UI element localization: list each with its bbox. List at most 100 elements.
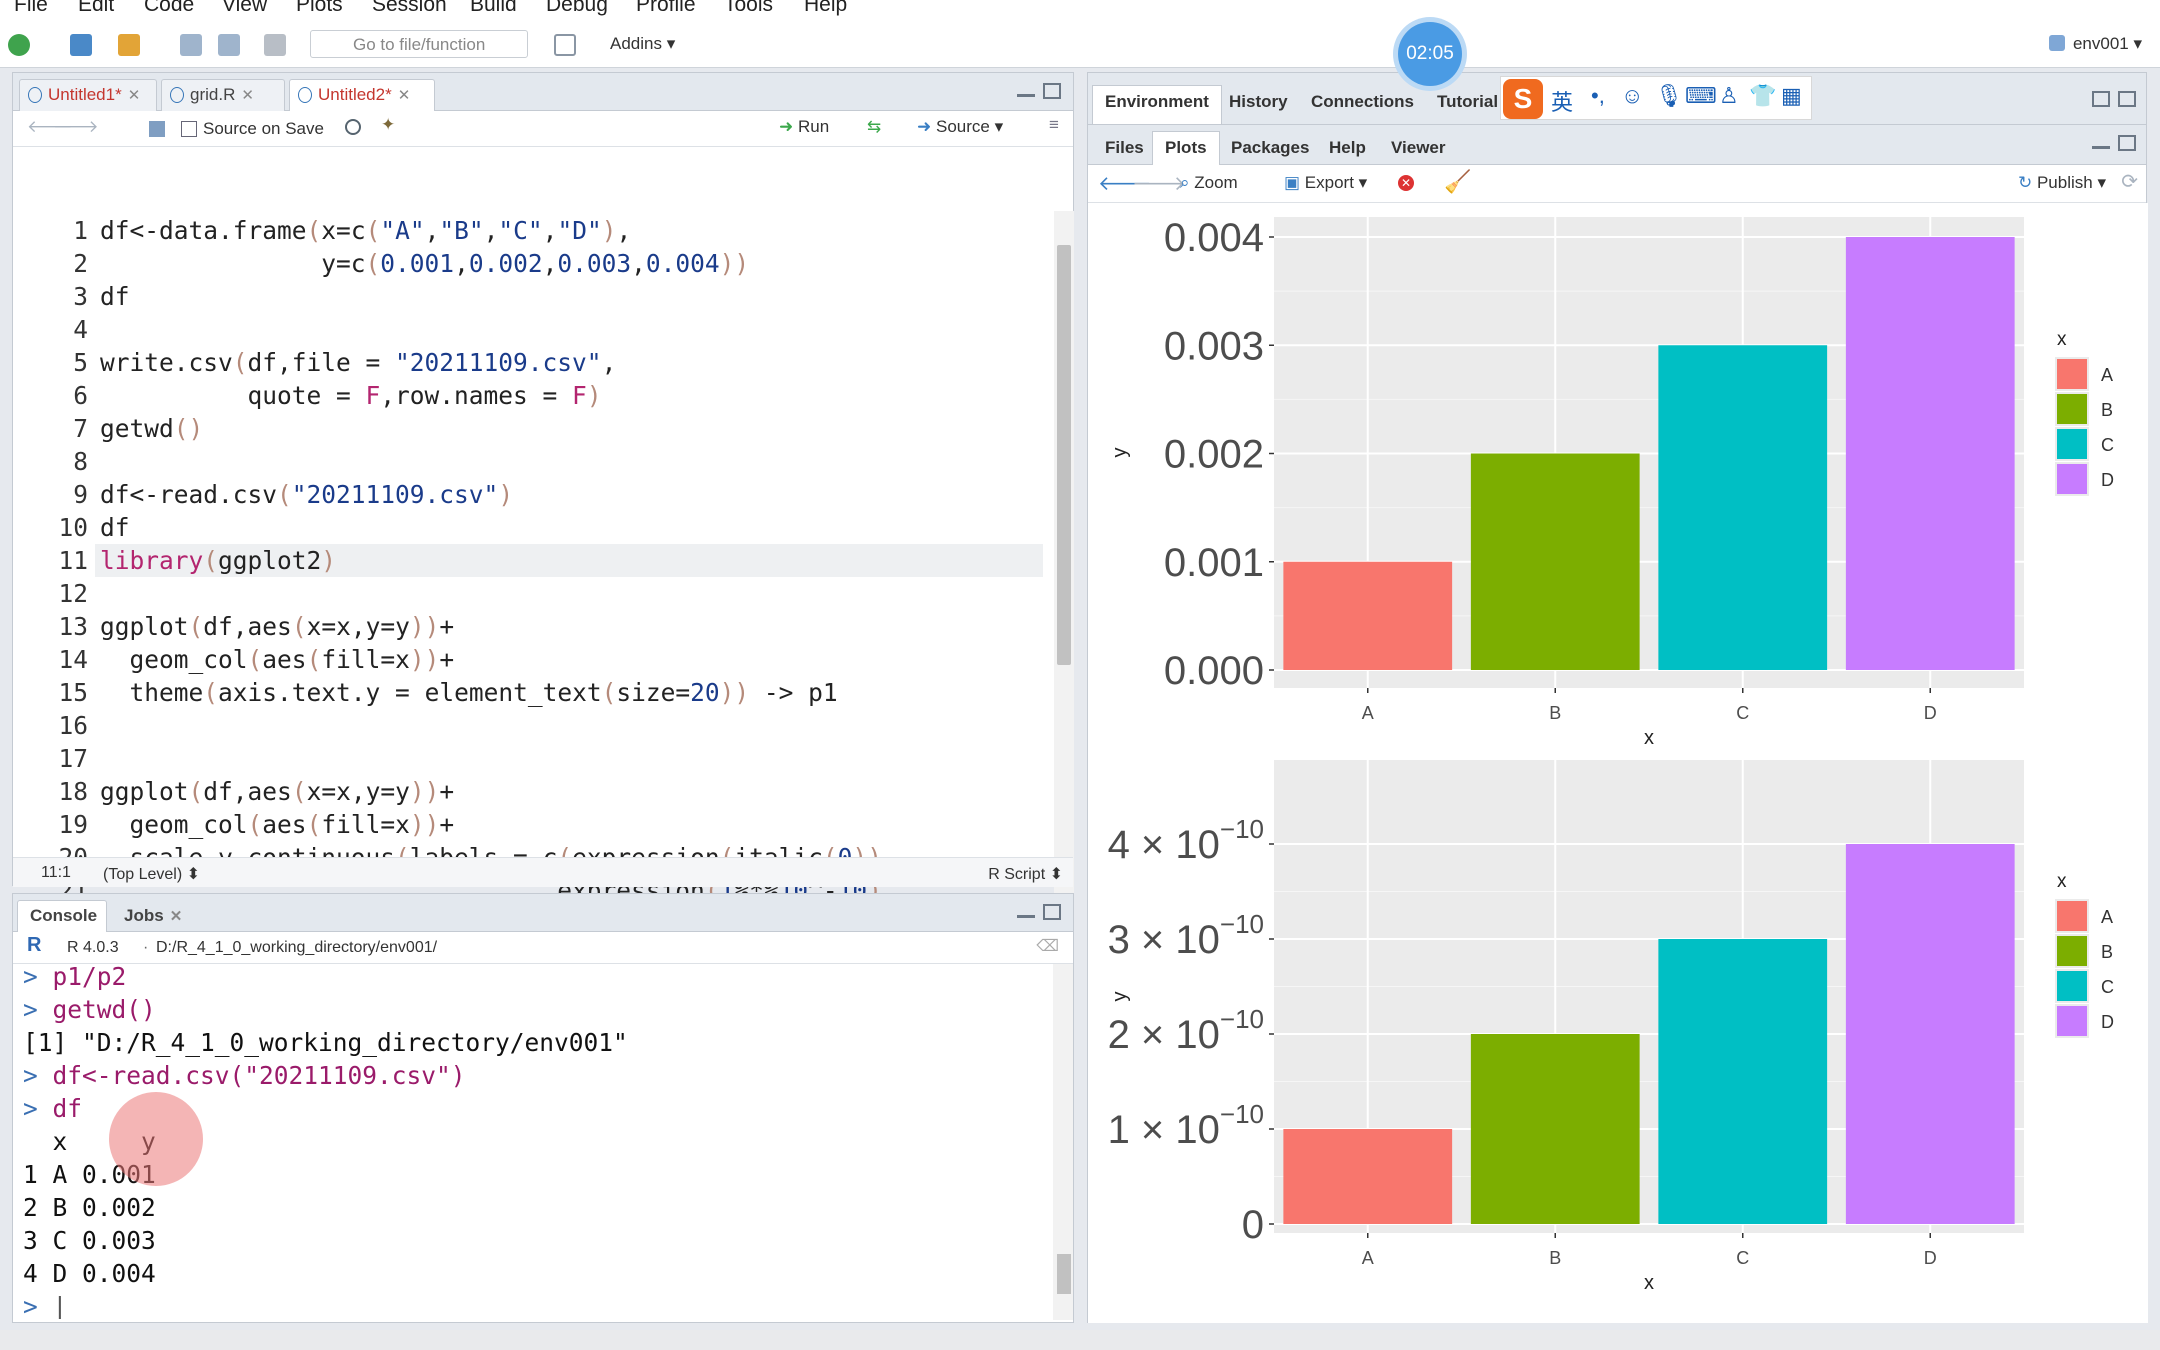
menu-session[interactable]: Session — [372, 0, 447, 17]
working-directory[interactable]: D:/R_4_1_0_working_directory/env001/ — [156, 939, 437, 957]
file-type-selector[interactable]: R Script ⬍ — [988, 864, 1063, 884]
tab-connections[interactable]: Connections — [1298, 85, 1427, 117]
grid-layout-icon[interactable] — [554, 34, 576, 56]
tab-packages[interactable]: Packages — [1218, 131, 1322, 163]
code-line[interactable]: quote = F,row.names = F) — [100, 381, 602, 410]
restore-icon[interactable] — [2092, 91, 2110, 107]
code-line[interactable]: write.csv(df,file = "20211109.csv", — [100, 348, 616, 377]
forward-arrow-icon[interactable]: 🡒 — [53, 117, 99, 137]
punctuation-icon[interactable]: •, — [1591, 83, 1605, 109]
publish-button[interactable]: ↻ Publish ▾ — [2018, 173, 2106, 193]
save-all-icon[interactable] — [218, 34, 240, 56]
legend-key-B — [2057, 936, 2087, 966]
menu-plots[interactable]: Plots — [296, 0, 343, 17]
grid-menu-icon[interactable]: ▦ — [1781, 83, 1802, 109]
open-file-icon[interactable] — [118, 34, 140, 56]
menu-edit[interactable]: Edit — [78, 0, 114, 17]
y-tick-label: 4 × 10−10 — [1108, 814, 1264, 867]
close-icon[interactable]: ✕ — [241, 87, 254, 104]
bar-D — [1845, 844, 2015, 1224]
clear-console-icon[interactable]: ⌫ — [1036, 936, 1059, 956]
addins-menu[interactable]: Addins ▾ — [610, 34, 675, 54]
microphone-icon[interactable]: 🎙 — [1655, 83, 1683, 109]
tab-viewer[interactable]: Viewer — [1378, 131, 1459, 163]
minimize-icon[interactable] — [2092, 139, 2110, 149]
zoom-button[interactable]: ⌕ Zoom — [1180, 173, 1238, 193]
goto-file-input[interactable]: Go to file/function — [310, 30, 528, 58]
menu-profile[interactable]: Profile — [636, 0, 696, 17]
skin-icon[interactable]: 👕 — [1749, 83, 1776, 109]
menu-code[interactable]: Code — [144, 0, 194, 17]
code-line[interactable]: getwd() — [100, 414, 203, 443]
close-icon[interactable]: ✕ — [170, 908, 183, 925]
maximize-icon[interactable] — [1043, 904, 1061, 920]
wand-icon[interactable]: ✦ — [381, 115, 395, 135]
code-line[interactable]: df<-data.frame(x=c("A","B","C","D"), — [100, 216, 631, 245]
code-line[interactable]: library(ggplot2) — [100, 546, 336, 575]
source-on-save-checkbox[interactable] — [181, 121, 197, 137]
sogou-logo-icon[interactable]: S — [1503, 79, 1543, 119]
save-icon[interactable] — [149, 121, 165, 137]
code-line[interactable]: df<-read.csv("20211109.csv") — [100, 480, 513, 509]
export-icon: ▣ — [1284, 173, 1301, 192]
rerun-icon[interactable]: ⇆ — [867, 117, 881, 137]
code-line[interactable]: df — [100, 513, 130, 542]
minimize-icon[interactable] — [1017, 87, 1035, 97]
refresh-icon[interactable]: ⟳ — [2121, 169, 2138, 194]
new-file-icon[interactable] — [8, 34, 30, 56]
console-scroll-thumb[interactable] — [1057, 1254, 1071, 1294]
code-area[interactable]: 1 df<-data.frame(x=c("A","B","C","D"), 2 y… — [13, 211, 1043, 927]
tab-grid-r[interactable]: grid.R ✕ — [161, 79, 285, 111]
export-button[interactable]: ▣ Export ▾ — [1284, 173, 1367, 193]
new-project-icon[interactable] — [70, 34, 92, 56]
editor-scroll-thumb[interactable] — [1057, 245, 1071, 665]
code-line[interactable]: df — [100, 282, 130, 311]
save-icon[interactable] — [180, 34, 202, 56]
user-icon[interactable]: ♙ — [1719, 83, 1739, 109]
remove-plot-icon[interactable]: ✕ — [1398, 175, 1414, 191]
tab-plots[interactable]: Plots — [1152, 131, 1220, 165]
code-line[interactable]: y=c(0.001,0.002,0.003,0.004)) — [100, 249, 749, 278]
ime-language[interactable]: 英 — [1551, 85, 1573, 117]
tab-untitled2[interactable]: Untitled2* ✕ — [289, 79, 435, 112]
tab-jobs[interactable]: Jobs ✕ — [111, 900, 183, 932]
legend-title: x — [2057, 871, 2067, 892]
menu-file[interactable]: File — [14, 0, 48, 17]
code-line[interactable]: theme(axis.text.y = element_text(size=20… — [100, 678, 838, 707]
minimize-icon[interactable] — [1017, 908, 1035, 918]
source-button[interactable]: ➜ Source ▾ — [917, 117, 1003, 137]
code-line[interactable]: ggplot(df,aes(x=x,y=y))+ — [100, 777, 454, 806]
maximize-icon[interactable] — [2118, 91, 2136, 107]
close-icon[interactable]: ✕ — [128, 87, 141, 104]
maximize-icon[interactable] — [1043, 83, 1061, 99]
keyboard-icon[interactable]: ⌨ — [1685, 83, 1717, 109]
tab-help[interactable]: Help — [1316, 131, 1379, 163]
tab-console[interactable]: Console — [17, 900, 107, 933]
restore-icon[interactable] — [2118, 135, 2136, 151]
search-icon[interactable] — [345, 119, 361, 135]
print-icon[interactable] — [264, 34, 286, 56]
next-plot-icon[interactable]: 🡒 — [1132, 171, 1186, 196]
run-button[interactable]: ➜ Run — [779, 117, 829, 137]
scope-selector[interactable]: (Top Level) ⬍ — [103, 864, 200, 884]
line-number: 17 — [58, 744, 88, 773]
menu-help[interactable]: Help — [804, 0, 847, 17]
code-line[interactable]: geom_col(aes(fill=x))+ — [100, 810, 455, 839]
menu-debug[interactable]: Debug — [546, 0, 608, 17]
bar-B — [1470, 1034, 1640, 1224]
broom-icon[interactable]: 🧹 — [1444, 169, 1471, 195]
tab-environment[interactable]: Environment — [1092, 85, 1222, 125]
emoji-icon[interactable]: ☺ — [1621, 83, 1643, 109]
tab-history[interactable]: History — [1216, 85, 1301, 117]
outline-icon[interactable]: ≡ — [1049, 115, 1059, 135]
project-menu[interactable]: env001 ▾ — [2048, 34, 2142, 54]
code-line[interactable]: geom_col(aes(fill=x))+ — [100, 645, 455, 674]
code-line[interactable]: ggplot(df,aes(x=x,y=y))+ — [100, 612, 454, 641]
menu-view[interactable]: View — [222, 0, 267, 17]
tab-tutorial[interactable]: Tutorial — [1424, 85, 1511, 117]
tab-untitled1[interactable]: Untitled1* ✕ — [19, 79, 157, 111]
close-icon[interactable]: ✕ — [398, 87, 411, 104]
menu-tools[interactable]: Tools — [724, 0, 773, 17]
tab-files[interactable]: Files — [1092, 131, 1157, 163]
menu-build[interactable]: Build — [470, 0, 517, 17]
